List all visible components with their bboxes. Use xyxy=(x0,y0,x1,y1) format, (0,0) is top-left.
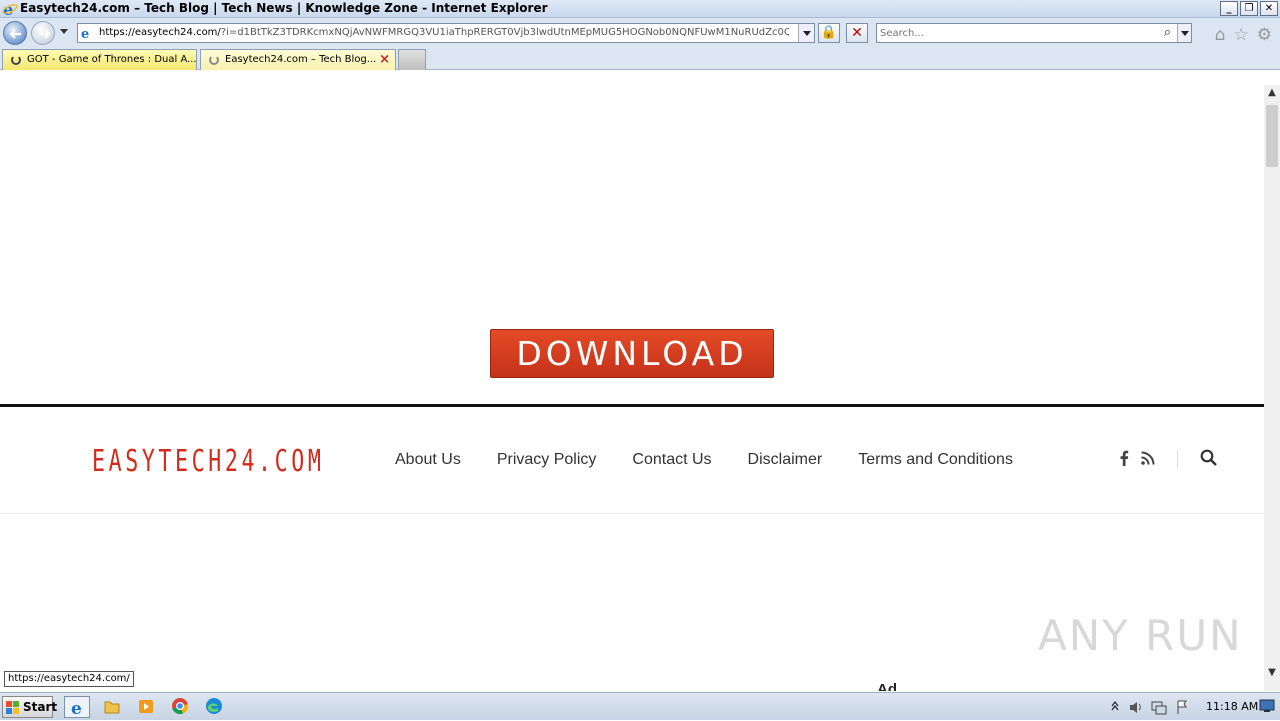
close-window-button[interactable]: ✕ xyxy=(1260,1,1278,16)
tab-label: Easytech24.com – Tech Blog... xyxy=(225,54,377,65)
taskbar-clock[interactable]: 11:18 AM xyxy=(1206,700,1258,713)
address-query: ?i=d1BtTkZ3TDRKcmxNQjAvNWFMRGQ3VU1iaThpR… xyxy=(220,27,789,38)
windows-taskbar: Start e xyxy=(0,692,1280,720)
nav-contact-us[interactable]: Contact Us xyxy=(632,451,711,469)
start-button[interactable]: Start xyxy=(2,696,57,718)
vertical-scrollbar[interactable]: ▲ ▼ xyxy=(1264,85,1280,691)
back-button[interactable] xyxy=(3,21,27,45)
history-dropdown-icon[interactable] xyxy=(60,29,68,34)
site-search-icon[interactable] xyxy=(1200,449,1218,467)
window-title: Easytech24.com – Tech Blog | Tech News |… xyxy=(20,1,548,15)
tab-got[interactable]: GOT - Game of Thrones : Dual A... xyxy=(2,49,197,70)
nav-disclaimer[interactable]: Disclaimer xyxy=(748,451,823,469)
tab-bar: GOT - Game of Thrones : Dual A... Easyte… xyxy=(0,48,1280,70)
forward-button[interactable] xyxy=(31,21,55,45)
chrome-icon xyxy=(172,698,189,715)
address-url[interactable]: https://easytech24.com/?i=d1BtTkZ3TDRKcm… xyxy=(99,27,789,38)
site-logo[interactable]: EASYTECH24.COM xyxy=(92,444,324,479)
internet-explorer-icon: e xyxy=(71,699,82,719)
arrow-right-icon xyxy=(39,29,51,39)
folder-icon xyxy=(104,701,120,714)
search-icon[interactable]: ⌕ xyxy=(1164,25,1171,40)
search-dropdown-button[interactable] xyxy=(1177,24,1191,42)
search-box[interactable]: ⌕ xyxy=(876,23,1192,43)
speaker-icon xyxy=(1130,702,1137,713)
minimize-button[interactable]: _ xyxy=(1220,1,1238,16)
download-button[interactable]: DOWNLOAD xyxy=(490,329,774,378)
scroll-down-icon[interactable]: ▼ xyxy=(1264,665,1280,681)
taskbar-file-explorer[interactable] xyxy=(100,696,126,718)
start-label: Start xyxy=(23,700,58,714)
loading-spinner-icon xyxy=(209,55,219,65)
facebook-icon[interactable] xyxy=(1119,450,1129,466)
tab-easytech[interactable]: Easytech24.com – Tech Blog... × xyxy=(200,49,396,70)
header-bottom-rule xyxy=(0,513,1264,514)
chevron-up-icon xyxy=(1111,701,1119,711)
anyrun-watermark: ANY RUN xyxy=(1038,611,1243,660)
media-player-icon xyxy=(139,700,153,713)
close-tab-icon[interactable]: × xyxy=(379,50,390,69)
search-input[interactable] xyxy=(880,26,1150,40)
scroll-up-icon[interactable]: ▲ xyxy=(1264,85,1280,101)
arrow-left-icon xyxy=(9,29,21,39)
home-icon[interactable]: ⌂ xyxy=(1215,25,1226,45)
internet-explorer-icon: e xyxy=(2,1,18,17)
svg-text:e: e xyxy=(81,27,89,40)
nav-privacy-policy[interactable]: Privacy Policy xyxy=(497,451,597,469)
page-icon: e xyxy=(81,27,89,40)
nav-terms-and-conditions[interactable]: Terms and Conditions xyxy=(858,451,1013,469)
address-dropdown-button[interactable] xyxy=(798,24,814,42)
nav-separator xyxy=(1177,450,1178,468)
taskbar-internet-explorer[interactable]: e xyxy=(64,696,90,719)
window-titlebar: e Easytech24.com – Tech Blog | Tech News… xyxy=(0,0,1280,18)
page-content: DOWNLOAD EASYTECH24.COM About Us Privacy… xyxy=(0,71,1264,691)
tab-label: GOT - Game of Thrones : Dual A... xyxy=(27,54,197,65)
rss-icon[interactable] xyxy=(1141,451,1155,465)
stop-button[interactable]: ✕ xyxy=(846,23,868,43)
ad-label: Ad xyxy=(877,681,897,691)
nav-about-us[interactable]: About Us xyxy=(395,451,461,469)
taskbar-chrome[interactable] xyxy=(168,696,194,718)
address-bar[interactable]: e https://easytech24.com/?i=d1BtTkZ3TDRK… xyxy=(77,23,815,43)
new-tab-button[interactable] xyxy=(398,49,426,70)
address-host: https://easytech24.com/ xyxy=(99,27,221,38)
site-nav: About Us Privacy Policy Contact Us Discl… xyxy=(395,451,1049,469)
lock-icon[interactable]: 🔒 xyxy=(818,23,840,43)
taskbar-edge[interactable] xyxy=(202,696,228,718)
scroll-thumb[interactable] xyxy=(1266,105,1278,167)
show-desktop-icon[interactable] xyxy=(1259,699,1275,713)
edge-icon xyxy=(206,698,222,714)
flag-icon xyxy=(1177,700,1187,714)
svg-text:e: e xyxy=(71,699,82,717)
browser-navbar: e https://easytech24.com/?i=d1BtTkZ3TDRK… xyxy=(0,18,1280,48)
windows-logo-icon xyxy=(6,701,19,714)
favorites-star-icon[interactable]: ☆ xyxy=(1234,25,1249,45)
tray-icons xyxy=(1111,700,1187,715)
gear-icon[interactable]: ⚙ xyxy=(1257,25,1272,45)
loading-spinner-icon xyxy=(11,55,21,65)
taskbar-media-player[interactable] xyxy=(134,696,160,718)
status-bar-url: https://easytech24.com/ xyxy=(4,671,134,687)
header-top-rule xyxy=(0,404,1264,407)
restore-button[interactable]: ❐ xyxy=(1240,1,1258,16)
